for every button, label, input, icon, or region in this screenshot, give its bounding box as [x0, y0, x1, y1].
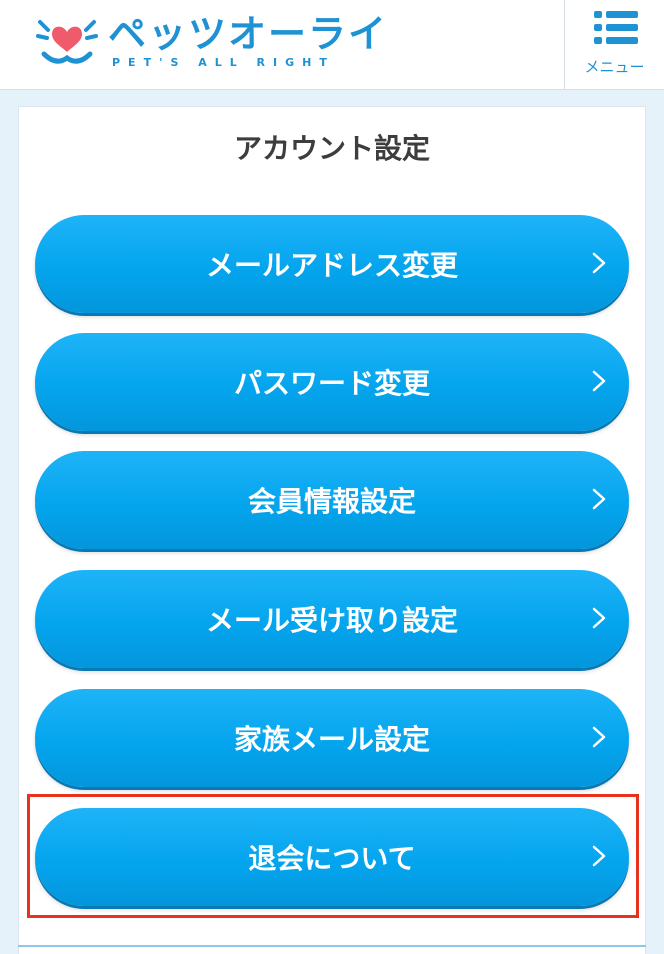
chevron-right-icon [592, 607, 606, 629]
site-header: ペッツオーライ PET'S ALL RIGHT メニュー [0, 0, 664, 90]
chevron-right-icon [592, 252, 606, 274]
button-label: メールアドレス変更 [205, 249, 458, 282]
highlight-box [27, 794, 639, 918]
menu-label: メニュー [584, 58, 645, 76]
chevron-right-icon [592, 488, 606, 510]
page-title: アカウント設定 [231, 132, 433, 169]
panel-bottom-divider [18, 945, 646, 947]
button-label: メール受け取り設定 [205, 604, 458, 637]
member-info-button[interactable]: 会員情報設定 [35, 451, 629, 549]
button-label: 家族メール設定 [233, 723, 430, 756]
menu-button[interactable]: メニュー [564, 0, 664, 90]
button-label: パスワード変更 [233, 367, 430, 400]
chevron-right-icon [592, 370, 606, 392]
chevron-right-icon [592, 726, 606, 748]
password-change-button[interactable]: パスワード変更 [35, 333, 629, 431]
pet-heart-icon [36, 20, 98, 64]
logo-text: ペッツオーライ [108, 12, 389, 56]
button-label: 会員情報設定 [247, 485, 416, 518]
logo-subtitle: PET'S ALL RIGHT [112, 56, 335, 69]
family-mail-settings-button[interactable]: 家族メール設定 [35, 689, 629, 787]
site-logo[interactable]: ペッツオーライ PET'S ALL RIGHT [36, 10, 386, 72]
email-change-button[interactable]: メールアドレス変更 [35, 215, 629, 313]
mail-receive-settings-button[interactable]: メール受け取り設定 [35, 570, 629, 668]
list-menu-icon [594, 11, 638, 44]
